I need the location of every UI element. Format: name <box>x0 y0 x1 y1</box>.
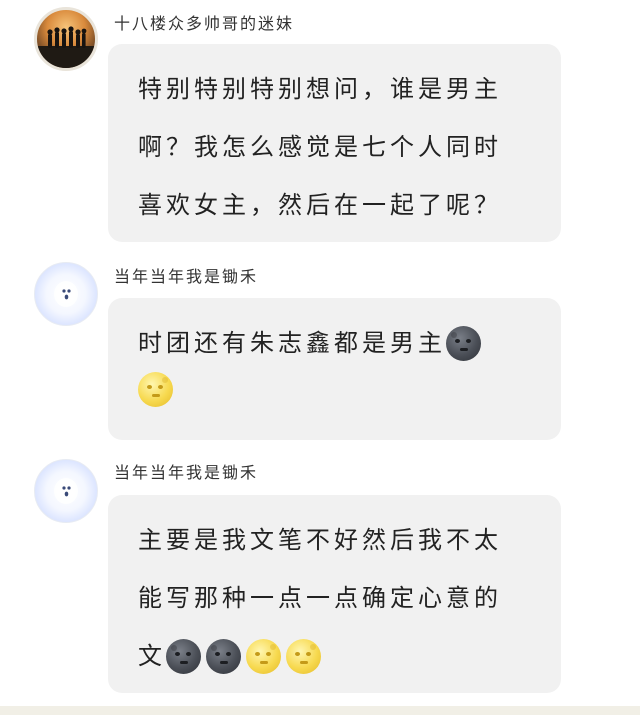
comment-username[interactable]: 当年当年我是锄禾 <box>114 263 258 287</box>
sunset-group-photo-avatar-icon <box>37 26 95 68</box>
user-avatar[interactable] <box>34 7 98 71</box>
comment-text-line: 啊？我怎么感觉是七个人同时 <box>138 133 502 161</box>
comment-text-line: 主要是我文笔不好然后我不太 <box>138 526 502 554</box>
comment-text: 时团还有朱志鑫都是男主 <box>138 329 446 357</box>
comment-bubble[interactable]: 特别特别特别想问，谁是男主 啊？我怎么感觉是七个人同时 喜欢女主，然后在一起了呢… <box>108 44 561 242</box>
comment-text-line: 特别特别特别想问，谁是男主 <box>138 75 502 103</box>
comment-text-line: 喜欢女主，然后在一起了呢？ <box>138 191 502 219</box>
user-avatar[interactable] <box>34 459 98 523</box>
full-moon-face-icon <box>246 638 281 674</box>
comment-text-line <box>138 372 537 407</box>
comment-username[interactable]: 当年当年我是锄禾 <box>114 459 258 483</box>
ghost-avatar-icon <box>54 281 78 307</box>
user-avatar[interactable] <box>34 262 98 326</box>
comment-text-line: 文 <box>138 627 537 685</box>
comment-text-line: 能写那种一点一点确定心意的 <box>138 584 502 612</box>
comment-thread: 十八楼众多帅哥的迷妹 特别特别特别想问，谁是男主 啊？我怎么感觉是七个人同时 喜… <box>0 0 640 706</box>
bottom-edge-strip <box>0 706 640 715</box>
comment-username[interactable]: 十八楼众多帅哥的迷妹 <box>114 10 294 34</box>
new-moon-face-icon <box>206 638 241 674</box>
full-moon-face-icon <box>138 372 173 407</box>
comment-text-line: 时团还有朱志鑫都是男主 <box>138 314 537 372</box>
new-moon-face-icon <box>446 325 481 361</box>
comment-bubble[interactable]: 主要是我文笔不好然后我不太 能写那种一点一点确定心意的 文 <box>108 495 561 693</box>
new-moon-face-icon <box>166 638 201 674</box>
comment-bubble[interactable]: 时团还有朱志鑫都是男主 <box>108 298 561 440</box>
comment-text: 文 <box>138 642 166 670</box>
ghost-avatar-icon <box>54 478 78 504</box>
full-moon-face-icon <box>286 638 321 674</box>
